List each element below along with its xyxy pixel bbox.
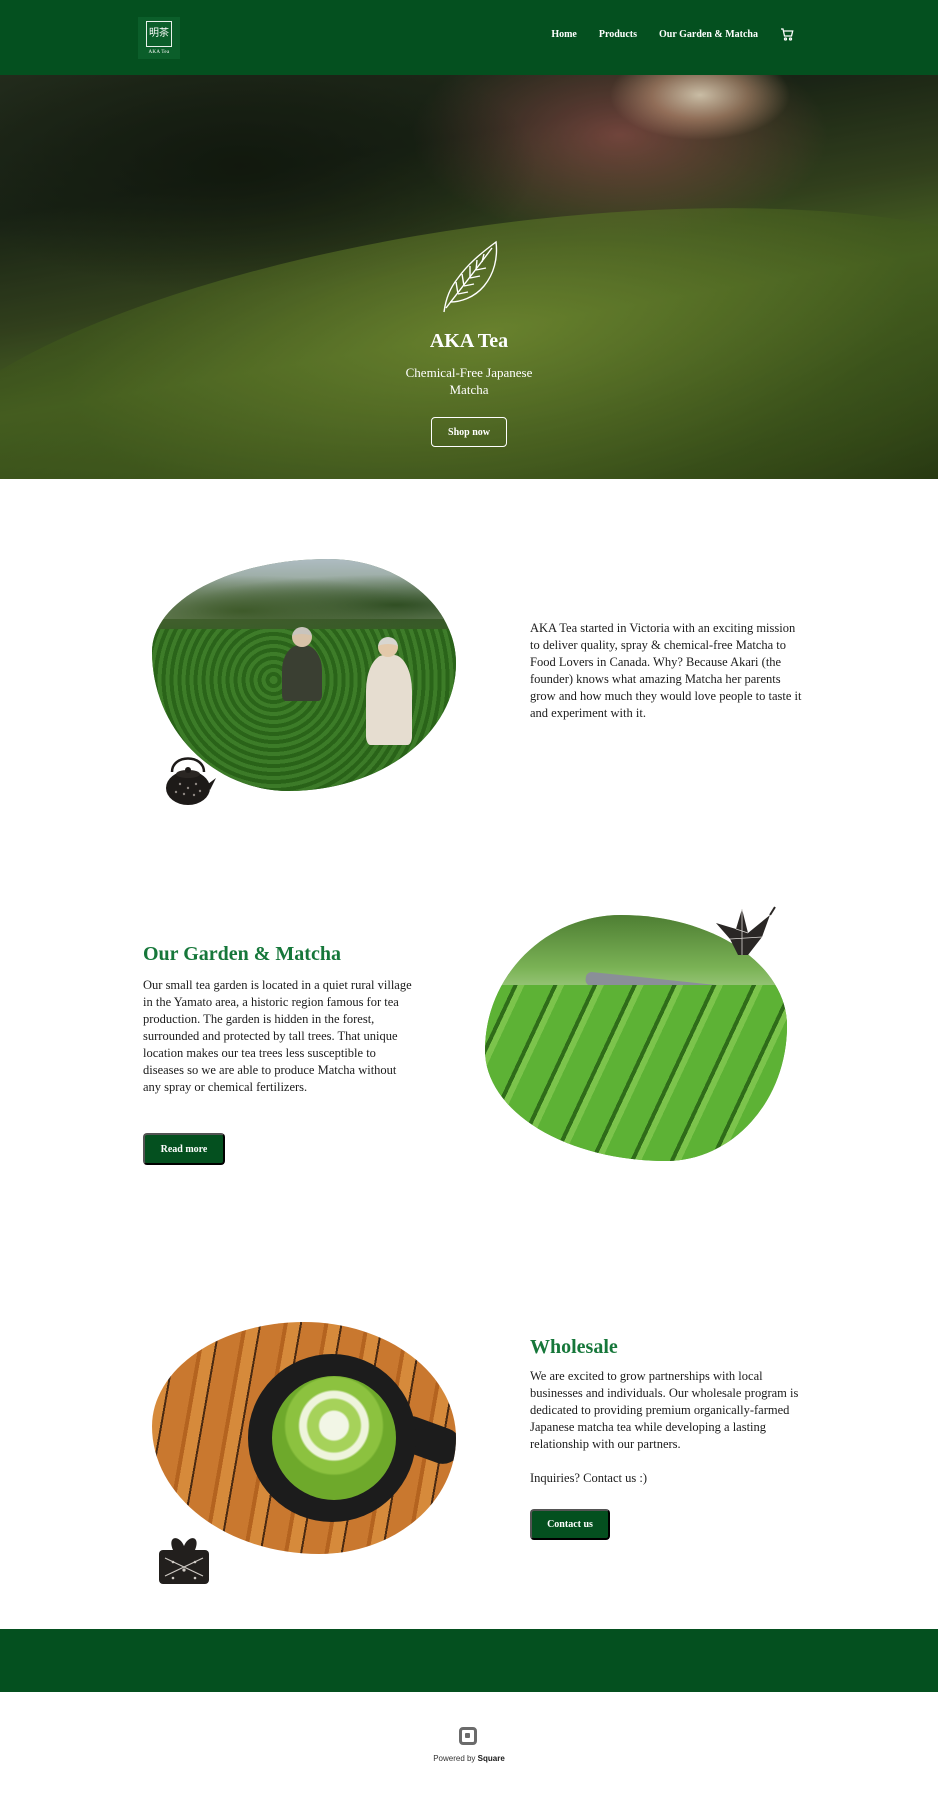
- wholesale-inquiry: Inquiries? Contact us :): [530, 1471, 647, 1485]
- main-nav: Home Products Our Garden & Matcha: [551, 27, 794, 41]
- square-logo-icon[interactable]: [459, 1727, 477, 1745]
- hero-subtitle: Chemical-Free Japanese Matcha: [405, 365, 533, 397]
- about-text: AKA Tea started in Victoria with an exci…: [530, 621, 802, 720]
- powered-by-label: Powered by: [433, 1754, 476, 1763]
- nav-home[interactable]: Home: [551, 29, 577, 40]
- contact-us-button[interactable]: Contact us: [530, 1509, 610, 1540]
- hero-title: AKA Tea: [429, 330, 509, 352]
- footer-band: [0, 1629, 938, 1692]
- square-brand: Square: [477, 1754, 505, 1763]
- garden-title: Our Garden & Matcha: [143, 943, 341, 965]
- shop-now-button[interactable]: Shop now: [431, 417, 507, 447]
- leaf-icon: [443, 240, 498, 313]
- garden-text: Our small tea garden is located in a qui…: [143, 978, 412, 1094]
- nav-garden-matcha[interactable]: Our Garden & Matcha: [659, 29, 758, 40]
- powered-by[interactable]: Powered by Square: [0, 1754, 938, 1763]
- origami-crane-icon: [716, 906, 776, 955]
- site-logo[interactable]: 明茶 AKA Tea: [138, 17, 180, 59]
- matcha-latte-photo: [152, 1322, 456, 1554]
- cart-icon[interactable]: [780, 27, 794, 41]
- teapot-icon: [166, 757, 216, 805]
- nav-products[interactable]: Products: [599, 29, 637, 40]
- hero-banner: AKA Tea Chemical-Free Japanese Matcha Sh…: [0, 75, 938, 479]
- read-more-button[interactable]: Read more: [143, 1133, 225, 1165]
- wholesale-text: We are excited to grow partnerships with…: [530, 1369, 799, 1451]
- hero-content: AKA Tea Chemical-Free Japanese Matcha Sh…: [0, 75, 938, 479]
- site-header: 明茶 AKA Tea Home Products Our Garden & Ma…: [0, 0, 938, 75]
- furoshiki-icon: [159, 1538, 209, 1584]
- logo-text: AKA Tea: [148, 50, 170, 55]
- logo-mark: 明茶: [146, 21, 172, 47]
- wholesale-title: Wholesale: [530, 1336, 618, 1358]
